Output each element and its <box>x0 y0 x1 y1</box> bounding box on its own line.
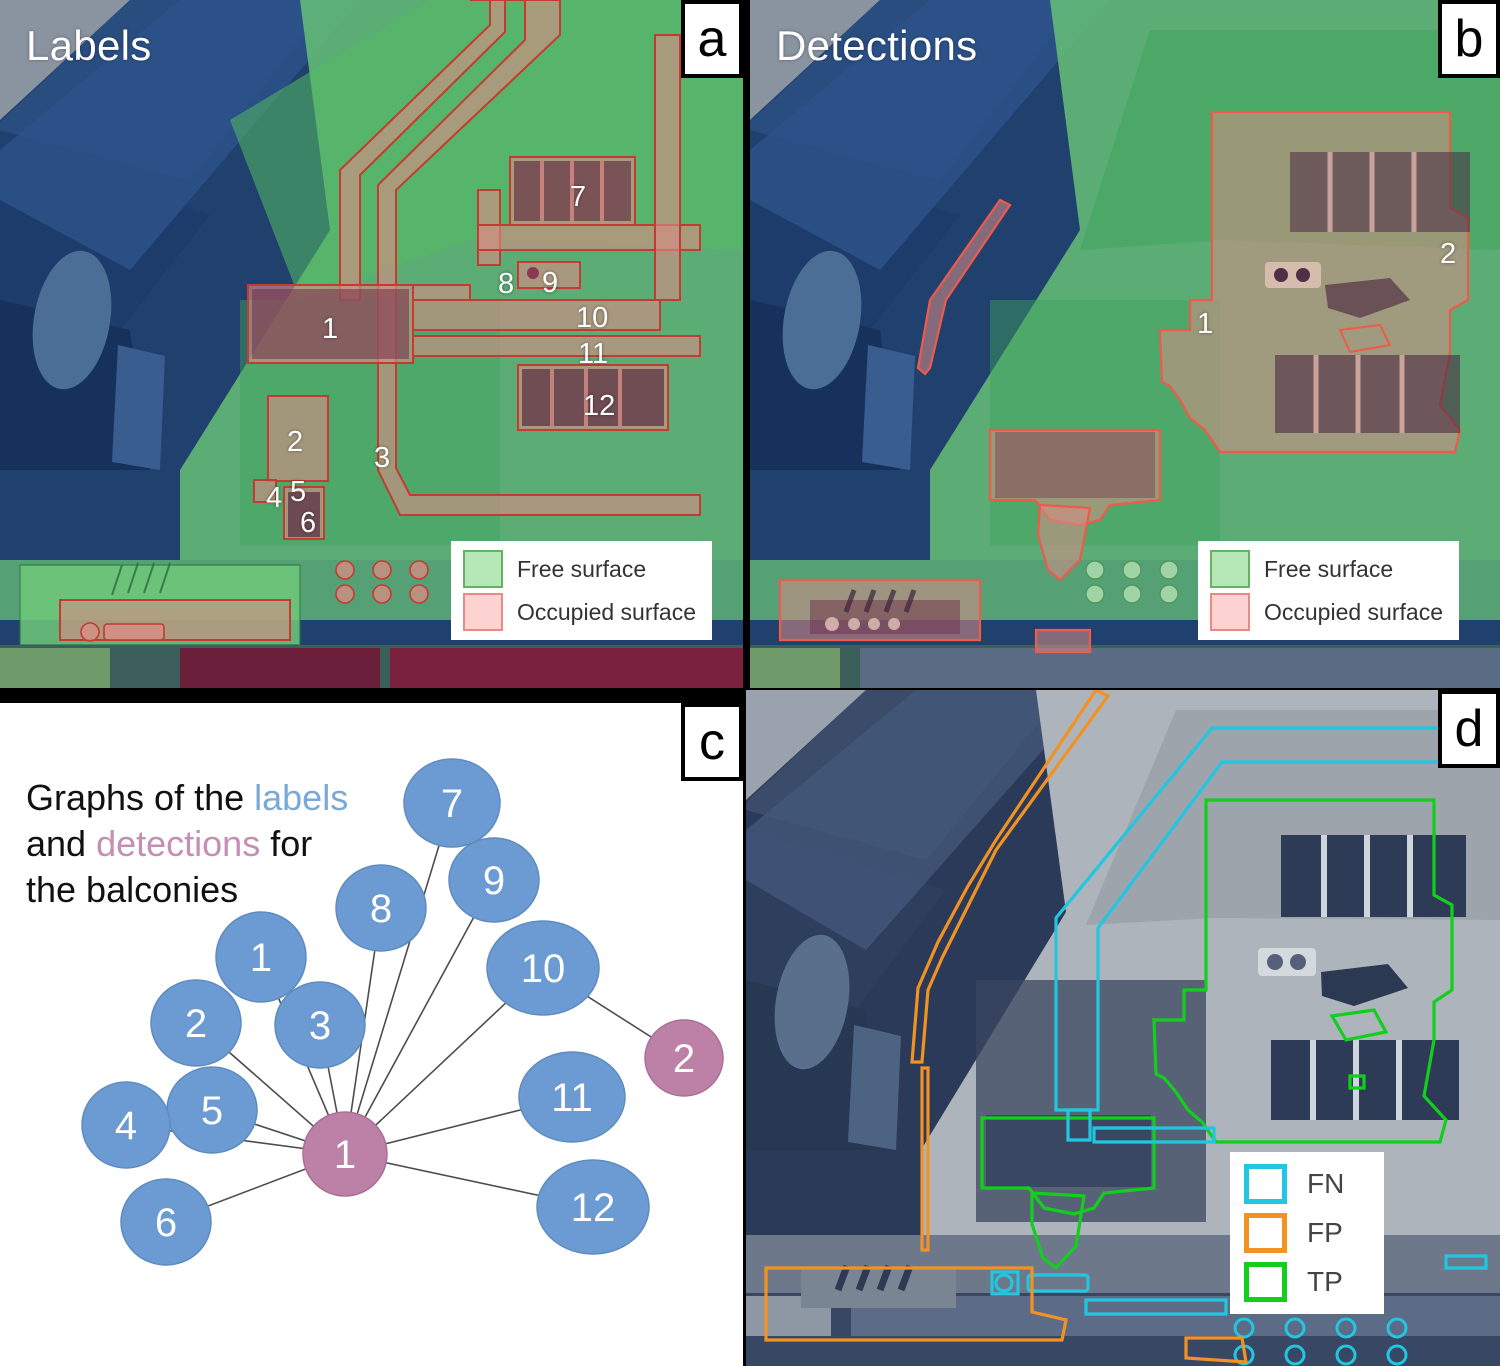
graph-node-label: 1 <box>250 936 272 980</box>
panel-badge-c: c <box>681 703 743 781</box>
graph-node-label-5[interactable]: 5 <box>166 1066 258 1154</box>
graph-node-label: 12 <box>571 1186 616 1230</box>
graph-node-label: 2 <box>185 1002 207 1046</box>
legend-label-occupied-surface: Occupied surface <box>517 598 696 625</box>
panel-badge-a: a <box>681 0 743 78</box>
graph-node-label: 3 <box>309 1004 331 1048</box>
fp-swatch-icon <box>1244 1213 1287 1253</box>
legend-label-free-surface: Free surface <box>517 555 647 582</box>
graph-node-label: 6 <box>155 1201 177 1245</box>
map-label-a-6: 6 <box>300 507 317 539</box>
legend-row-free-surface: Free surface <box>1210 550 1443 588</box>
map-label-a-12: 12 <box>583 390 616 422</box>
graph-node-label-11[interactable]: 11 <box>518 1051 626 1143</box>
graph-node-label: 5 <box>201 1089 223 1133</box>
map-label-b-2: 2 <box>1440 238 1457 270</box>
caption-word-labels: labels <box>254 777 349 818</box>
panel-a-title: Labels <box>26 22 152 69</box>
panel-d-evaluation: FN FP TP d <box>746 690 1500 1366</box>
tp-swatch-icon <box>1244 1262 1287 1302</box>
map-label-b-1: 1 <box>1197 308 1214 340</box>
map-label-a-10: 10 <box>576 302 609 334</box>
panel-b-surface-legend: Free surface Occupied surface <box>1198 541 1459 640</box>
panel-d-metrics-legend: FN FP TP <box>1230 1152 1385 1314</box>
graph-node-label: 1 <box>334 1133 356 1177</box>
legend-row-fp: FP <box>1244 1213 1344 1253</box>
graph-node-label: 2 <box>673 1037 695 1081</box>
caption-line1-pre: Graphs of the <box>26 777 255 818</box>
map-label-a-5: 5 <box>290 476 307 508</box>
legend-row-occupied-surface: Occupied surface <box>463 593 696 631</box>
panel-badge-d: d <box>1438 690 1500 768</box>
graph-node-label-4[interactable]: 4 <box>81 1081 171 1169</box>
graph-node-detection-2[interactable]: 2 <box>644 1019 724 1097</box>
caption-word-detections: detections <box>96 823 261 865</box>
map-label-a-2: 2 <box>287 426 304 458</box>
legend-row-fn: FN <box>1244 1164 1344 1204</box>
panel-b-title: Detections <box>776 22 978 69</box>
graph-node-label: 11 <box>551 1076 593 1120</box>
map-label-a-1: 1 <box>322 313 339 345</box>
occupied-surface-swatch-icon <box>1210 593 1250 631</box>
graph-node-label: 9 <box>483 859 505 903</box>
graph-node-detection-1[interactable]: 1 <box>302 1111 388 1197</box>
map-label-a-8: 8 <box>498 268 515 300</box>
map-label-a-4: 4 <box>266 482 283 514</box>
panel-d-aerial-image <box>746 690 1500 1366</box>
legend-row-occupied-surface: Occupied surface <box>1210 593 1443 631</box>
map-label-a-9: 9 <box>542 267 559 299</box>
caption-line3: the balconies <box>26 869 239 911</box>
legend-label-occupied-surface: Occupied surface <box>1264 598 1443 625</box>
graph-node-label: 10 <box>521 947 566 991</box>
occupied-surface-swatch-icon <box>463 593 503 631</box>
graph-node-label-1[interactable]: 1 <box>215 911 307 1003</box>
legend-row-tp: TP <box>1244 1262 1344 1302</box>
graph-node-label-7[interactable]: 7 <box>403 758 501 848</box>
map-label-a-3: 3 <box>374 442 391 474</box>
panel-badge-b: b <box>1438 0 1500 78</box>
panel-a-surface-legend: Free surface Occupied surface <box>451 541 712 640</box>
free-surface-swatch-icon <box>1210 550 1250 588</box>
legend-label-fn: FN <box>1307 1168 1345 1199</box>
graph-node-label: 8 <box>370 887 392 931</box>
graph-caption: Graphs of the labels and detections for … <box>26 775 348 913</box>
graph-node-label: 7 <box>441 782 463 826</box>
graph-node-label-8[interactable]: 8 <box>335 864 427 952</box>
panel-c-graph: Graphs of the labels and detections for … <box>0 703 743 1366</box>
figure-root: Labels 7 8 9 10 11 12 1 2 3 4 5 6 Free s… <box>0 0 1500 1366</box>
graph-node-label-9[interactable]: 9 <box>448 837 540 923</box>
panel-b-detections: Detections 1 2 Free surface Occupied sur… <box>750 0 1500 688</box>
map-label-a-7: 7 <box>570 181 587 213</box>
legend-label-free-surface: Free surface <box>1264 555 1394 582</box>
map-label-a-11: 11 <box>578 338 609 370</box>
panel-a-labels: Labels 7 8 9 10 11 12 1 2 3 4 5 6 Free s… <box>0 0 743 688</box>
graph-node-label: 4 <box>115 1104 137 1148</box>
legend-row-free-surface: Free surface <box>463 550 696 588</box>
caption-line2-post: for <box>260 823 313 865</box>
fn-swatch-icon <box>1244 1164 1287 1204</box>
graph-edge <box>344 802 453 1155</box>
graph-node-label-3[interactable]: 3 <box>274 981 366 1069</box>
legend-label-fp: FP <box>1307 1217 1343 1248</box>
graph-node-label-6[interactable]: 6 <box>120 1178 212 1266</box>
free-surface-swatch-icon <box>463 550 503 588</box>
graph-node-label-12[interactable]: 12 <box>536 1159 650 1255</box>
graph-node-label-2[interactable]: 2 <box>150 979 242 1067</box>
legend-label-tp: TP <box>1307 1266 1343 1297</box>
graph-node-label-10[interactable]: 10 <box>486 920 600 1016</box>
caption-line2-pre: and <box>26 823 97 865</box>
